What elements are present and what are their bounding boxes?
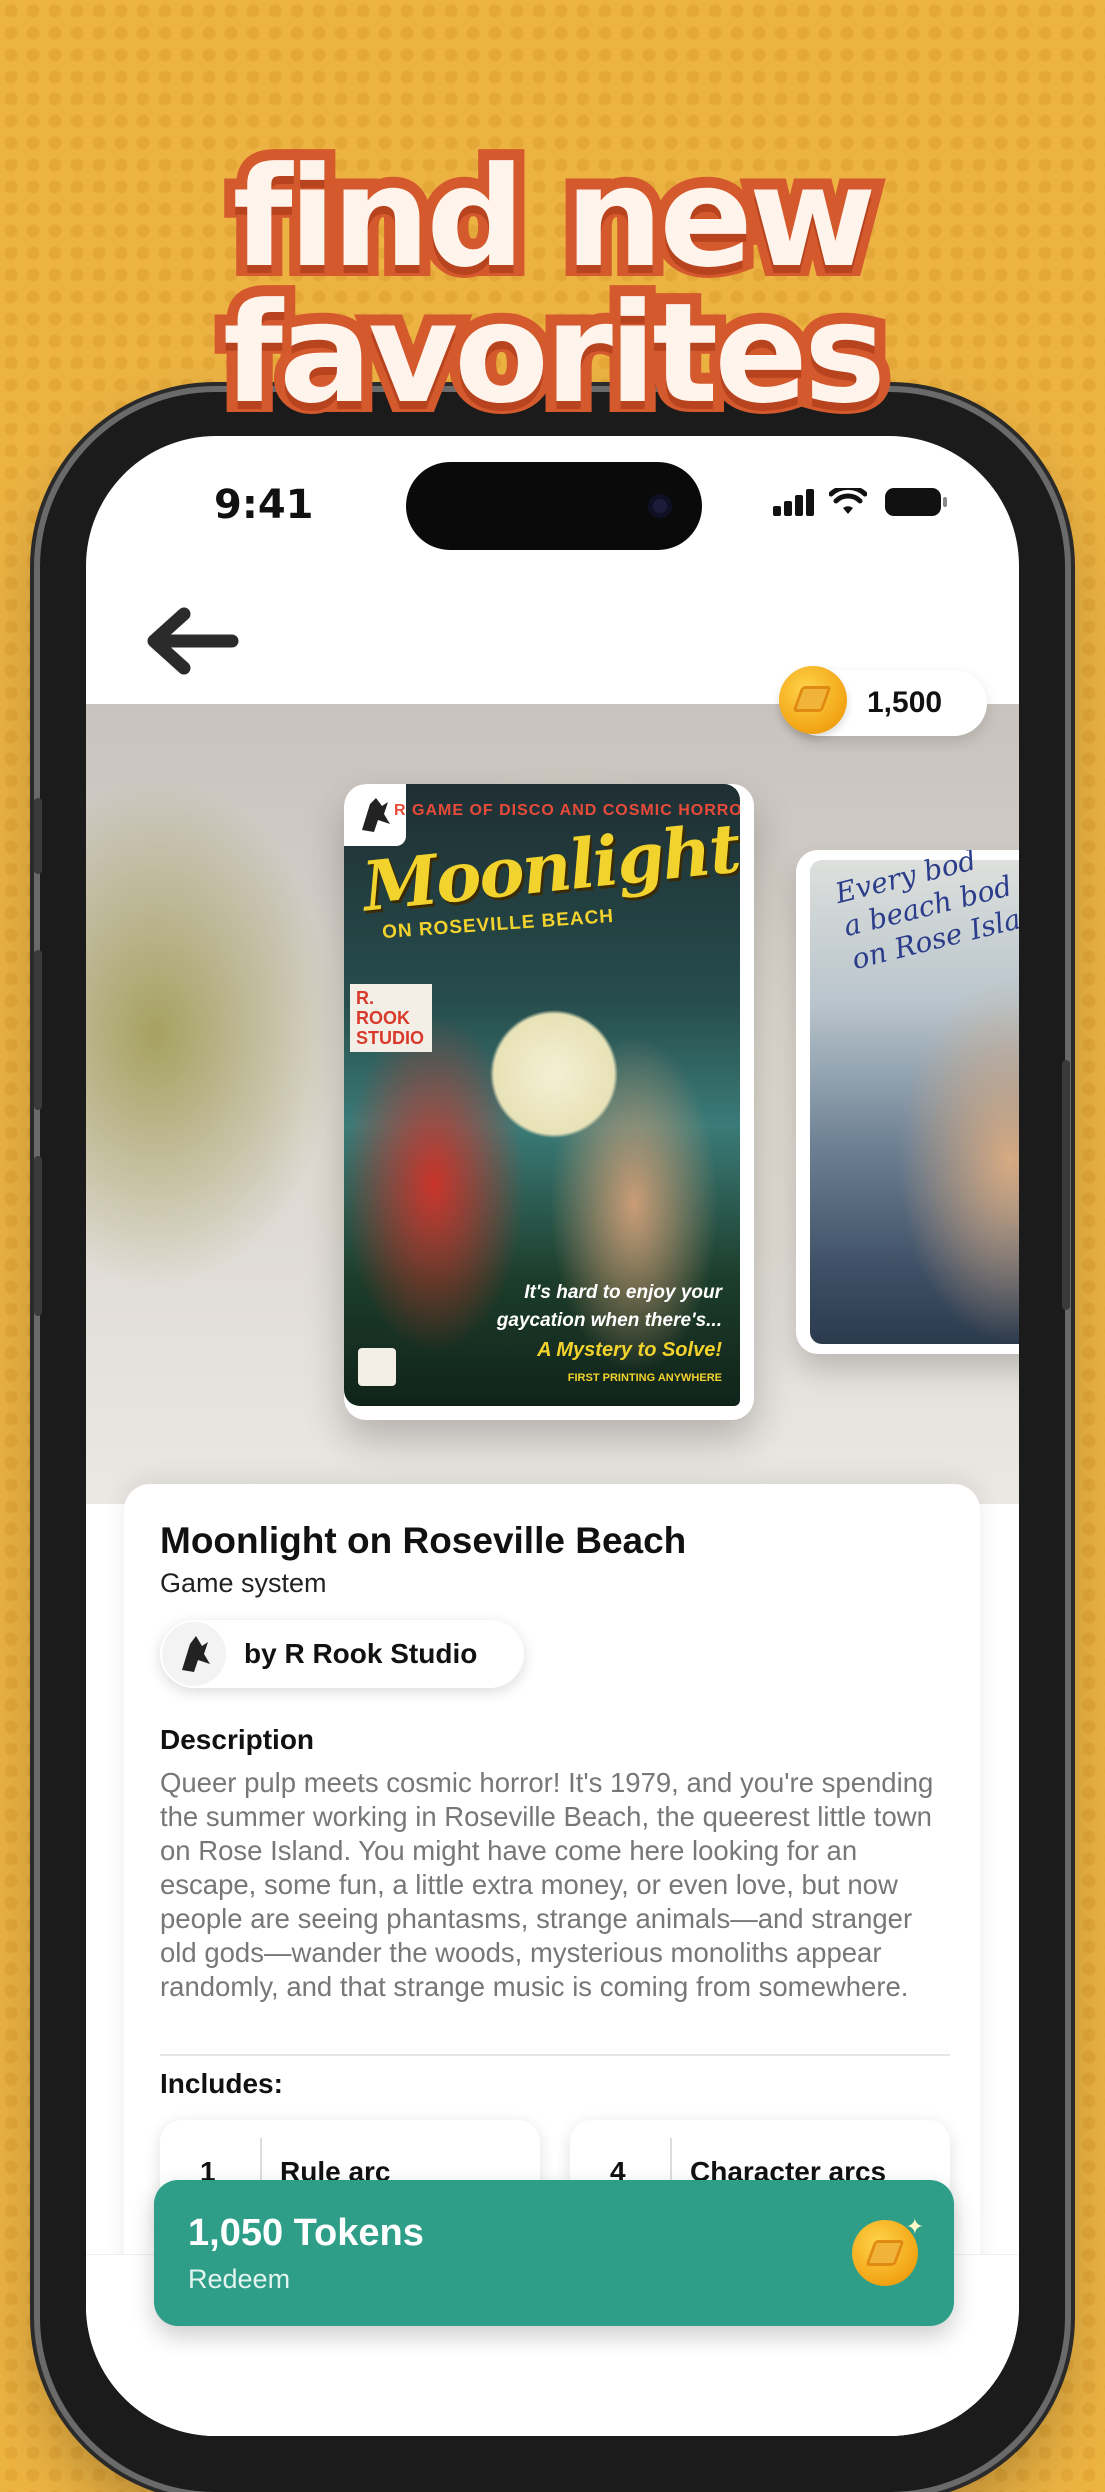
app-screen: 9:41 1,500 R GAME OF DISCO AND COSMIC HO… [86, 436, 1019, 2436]
cover-tagline-4: FIRST PRINTING ANYWHERE [567, 1372, 722, 1384]
cover-image-secondary[interactable]: Every bod a beach bod on Rose Island! [796, 850, 1019, 1354]
coin-icon [779, 666, 847, 734]
arrow-left-icon[interactable] [142, 606, 242, 676]
cover-tagline-2: gaycation when there's... [496, 1310, 722, 1331]
status-icons [773, 488, 947, 516]
promo-headline-line2: favorites [212, 273, 897, 434]
divider [160, 2054, 950, 2056]
rook-avatar-icon [182, 1636, 210, 1672]
includes-heading: Includes: [160, 2068, 283, 2099]
phone-volume-up-button [34, 950, 42, 1110]
redeem-amount: 1,050 Tokens [188, 2212, 424, 2254]
cover-tagline-3: A Mystery to Solve! [537, 1339, 722, 1361]
cover-second-text: Every bod a beach bod on Rose Island! [832, 850, 1019, 976]
cover-image-main[interactable]: R GAME OF DISCO AND COSMIC HORROR Moonli… [344, 784, 754, 1420]
description-text: Queer pulp meets cosmic horror! It's 197… [160, 1767, 934, 2002]
token-balance: 1,500 [867, 686, 943, 719]
phone-action-button [34, 798, 42, 874]
redeem-label: Redeem [188, 2264, 291, 2294]
phone-power-button [1062, 1060, 1070, 1310]
studio-chip[interactable]: by R Rook Studio [160, 1620, 524, 1688]
cover-studio-badge: R. ROOK STUDIO [350, 984, 432, 1052]
signal-icon [773, 488, 817, 516]
product-title: Moonlight on Roseville Beach [160, 1520, 687, 1561]
promo-headline-line1: find new [222, 137, 888, 298]
studio-avatar [162, 1622, 226, 1686]
cover-second-art: Every bod a beach bod on Rose Island! [810, 850, 1019, 1344]
rook-mini-logo-icon [358, 1348, 396, 1386]
battery-icon [885, 488, 947, 516]
redeem-button[interactable]: 1,050 Tokens Redeem ✦ [154, 2180, 954, 2326]
studio-name: by R Rook Studio [244, 1638, 478, 1669]
sparkle-icon: ✦ [905, 2214, 924, 2239]
cover-tagline-1: It's hard to enjoy your [524, 1282, 722, 1303]
cover-art: R GAME OF DISCO AND COSMIC HORROR Moonli… [344, 784, 740, 1406]
promo-headline: find new favorites [0, 137, 1105, 434]
product-type: Game system [160, 1568, 327, 1598]
dynamic-island [406, 462, 702, 550]
cover-carousel[interactable]: 1,500 R GAME OF DISCO AND COSMIC HORROR … [86, 666, 1019, 1504]
status-bar: 9:41 [86, 436, 1019, 566]
status-time: 9:41 [214, 482, 314, 528]
wifi-icon [829, 488, 867, 514]
description-heading: Description [160, 1724, 315, 1755]
camera-icon [648, 494, 672, 518]
phone-volume-down-button [34, 1156, 42, 1316]
token-balance-pill[interactable]: 1,500 [779, 666, 987, 736]
